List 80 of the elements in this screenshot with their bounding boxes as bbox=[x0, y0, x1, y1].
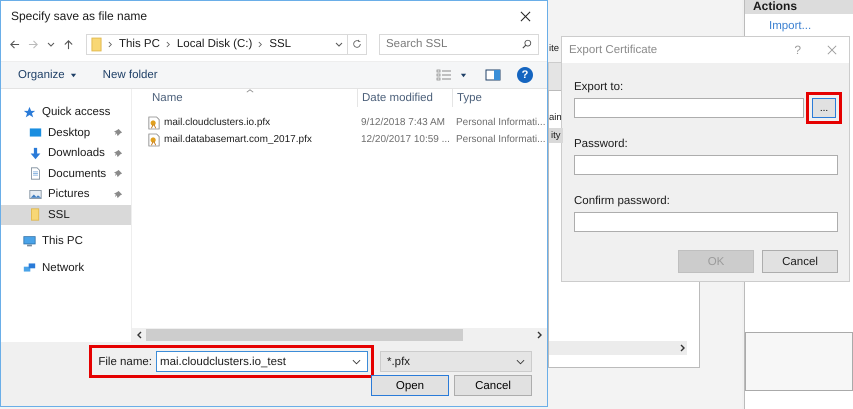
column-header[interactable]: Date modified bbox=[357, 89, 452, 107]
network-icon bbox=[23, 261, 36, 274]
window-title: Export Certificate bbox=[569, 44, 658, 56]
chevron-right-icon bbox=[536, 331, 544, 339]
folder-icon bbox=[29, 208, 42, 222]
sort-caret-icon bbox=[246, 89, 254, 93]
action-link[interactable]: Import... bbox=[745, 14, 853, 32]
search-field[interactable]: Search SSL bbox=[379, 34, 539, 54]
preview-pane-icon[interactable] bbox=[485, 69, 501, 81]
toolbar-button[interactable]: Organize bbox=[18, 69, 77, 81]
chevron-down-icon bbox=[352, 358, 361, 364]
field-label: File name: bbox=[98, 356, 152, 368]
sidebar-item[interactable]: Network bbox=[1, 258, 131, 278]
star-icon bbox=[23, 106, 36, 119]
breadcrumb-item[interactable]: SSL bbox=[269, 38, 292, 50]
partial-text: ity bbox=[549, 128, 562, 143]
address-bar[interactable]: This PC Local Disk (C:) SSL bbox=[86, 34, 348, 54]
close-icon[interactable] bbox=[520, 10, 531, 22]
chevron-down-icon[interactable] bbox=[335, 40, 343, 48]
search-icon bbox=[522, 39, 532, 49]
sidebar-item[interactable]: Desktop bbox=[1, 122, 131, 143]
panel-title: Actions bbox=[745, 0, 853, 14]
breadcrumb-item[interactable]: Local Disk (C:) bbox=[176, 38, 252, 50]
text-field[interactable] bbox=[574, 212, 838, 232]
sidebar-item[interactable]: This PC bbox=[1, 231, 131, 252]
column-header[interactable]: Name bbox=[148, 89, 357, 107]
dialog-button[interactable]: Cancel bbox=[762, 250, 838, 273]
download-arrow-icon bbox=[29, 146, 42, 160]
file-name-field[interactable]: mai.cloudclusters.io_test bbox=[156, 351, 368, 372]
scrollbar[interactable] bbox=[549, 341, 687, 355]
sidebar-item[interactable]: Pictures bbox=[1, 184, 131, 204]
field-label: Password: bbox=[574, 138, 629, 150]
sidebar-item[interactable]: Quick access bbox=[1, 102, 131, 122]
text-field[interactable] bbox=[574, 155, 838, 175]
folder-icon bbox=[91, 36, 102, 52]
document-icon bbox=[29, 167, 42, 180]
chevron-right-icon bbox=[166, 40, 171, 48]
computer-icon bbox=[23, 234, 36, 248]
dialog-button[interactable]: Cancel bbox=[454, 375, 532, 396]
text-field[interactable] bbox=[574, 98, 804, 118]
certificate-file-icon bbox=[148, 116, 160, 130]
chevron-right-icon bbox=[679, 344, 687, 352]
chevron-right-icon bbox=[258, 40, 264, 48]
sidebar-item[interactable]: Downloads bbox=[1, 143, 131, 164]
refresh-icon bbox=[352, 39, 362, 49]
file-name-cell[interactable]: mail.databasemart.com_2017.pfx bbox=[148, 132, 357, 146]
pictures-icon bbox=[29, 188, 42, 201]
desktop-icon bbox=[29, 126, 42, 140]
forward-arrow-icon[interactable] bbox=[28, 38, 39, 50]
field-label: Export to: bbox=[574, 81, 624, 93]
sidebar-item[interactable]: SSL bbox=[1, 204, 131, 225]
chevron-left-icon bbox=[135, 331, 143, 339]
chevron-right-icon bbox=[108, 40, 113, 48]
sidebar-item[interactable]: Documents bbox=[1, 164, 131, 184]
up-arrow-icon[interactable] bbox=[63, 38, 74, 50]
toolbar-button[interactable]: New folder bbox=[102, 69, 158, 81]
partial-text: ain bbox=[549, 112, 562, 123]
field-label: Confirm password: bbox=[574, 195, 671, 207]
view-list-icon[interactable] bbox=[436, 69, 452, 81]
chevron-down-icon bbox=[516, 358, 525, 364]
type-cell-text: Personal Informati... bbox=[455, 134, 546, 145]
back-arrow-icon[interactable] bbox=[9, 38, 20, 50]
date-cell-text: 12/20/2017 10:59 ... bbox=[360, 134, 451, 145]
dialog-button[interactable]: Open bbox=[371, 375, 449, 396]
certificate-file-icon bbox=[148, 132, 160, 146]
file-type-dropdown[interactable]: *.pfx bbox=[380, 351, 532, 372]
horizontal-scrollbar[interactable] bbox=[132, 328, 547, 342]
help-button[interactable]: ? bbox=[517, 67, 533, 83]
caret-icon[interactable] bbox=[460, 72, 467, 78]
partial-text: ite bbox=[549, 43, 560, 54]
browse-button[interactable]: ... bbox=[812, 98, 836, 118]
breadcrumb-item[interactable]: This PC bbox=[119, 38, 160, 50]
file-name-cell[interactable]: mail.cloudclusters.io.pfx bbox=[148, 116, 357, 130]
type-cell-text: Personal Informati... bbox=[455, 117, 546, 128]
date-cell-text: 9/12/2018 7:43 AM bbox=[360, 117, 446, 128]
column-header[interactable]: Type bbox=[452, 89, 542, 107]
window-title: Specify save as file name bbox=[11, 9, 148, 23]
scroll-thumb[interactable] bbox=[146, 329, 463, 341]
refresh-button[interactable] bbox=[347, 34, 367, 54]
chevron-down-icon[interactable] bbox=[47, 40, 55, 48]
